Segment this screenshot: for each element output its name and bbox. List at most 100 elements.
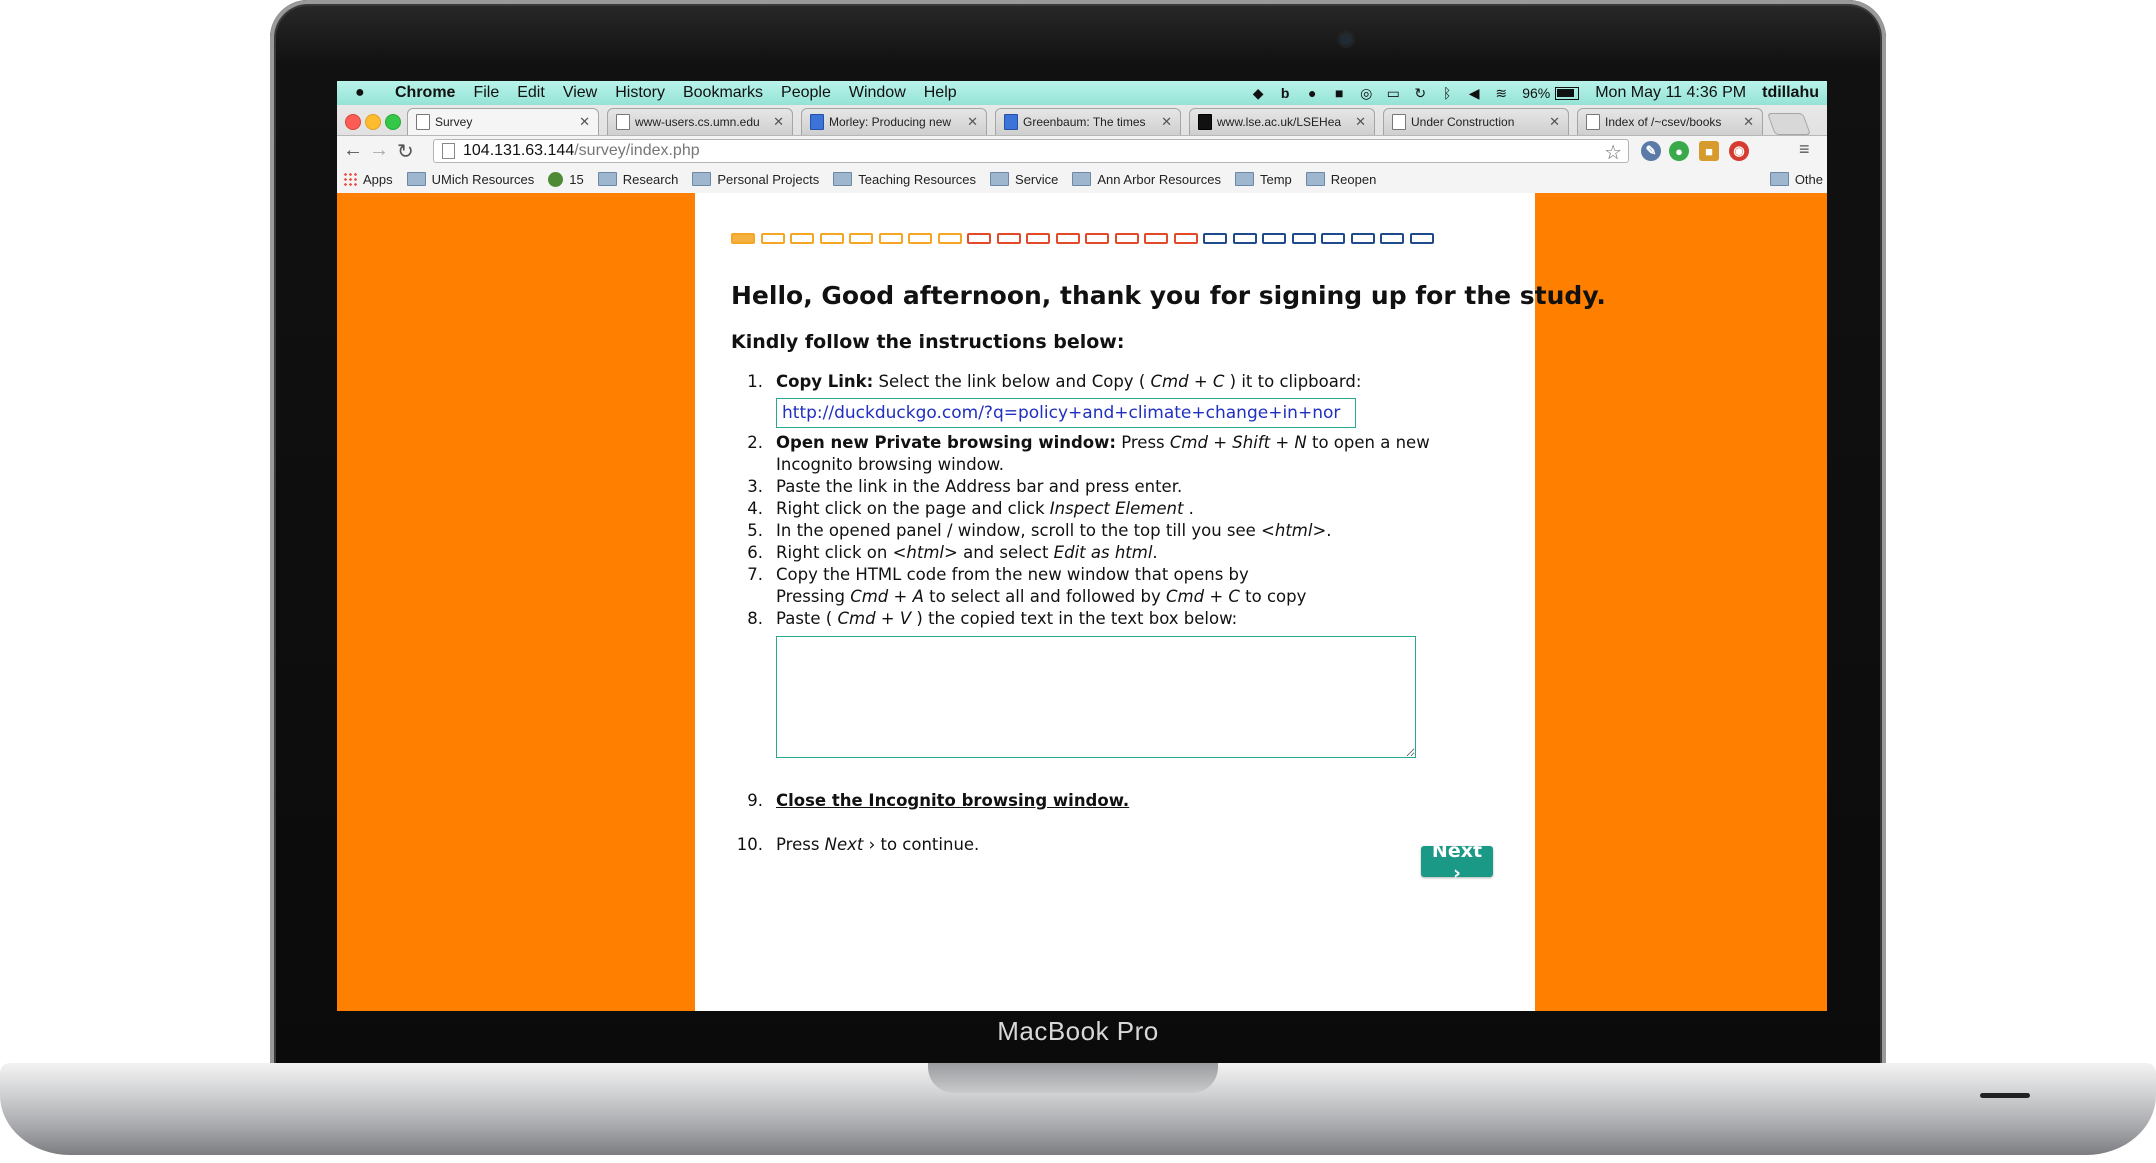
time-machine-icon[interactable]: ↻: [1411, 85, 1429, 101]
progress-segment: [760, 233, 785, 244]
address-bar[interactable]: 104.131.63.144 /survey/index.php ☆: [433, 139, 1629, 165]
wifi-icon[interactable]: ≋: [1492, 85, 1510, 101]
close-tab-icon[interactable]: ✕: [579, 114, 590, 130]
close-tab-icon[interactable]: ✕: [1355, 114, 1366, 130]
tab-strip: Survey ✕ www-users.cs.umn.edu ✕ Morley: …: [407, 108, 1812, 136]
bookmark-apps[interactable]: Apps: [343, 172, 393, 187]
folder-icon: [406, 172, 426, 186]
minimize-window-button[interactable]: [365, 114, 381, 130]
close-tab-icon[interactable]: ✕: [1161, 114, 1172, 130]
extension-lock-icon[interactable]: ■: [1699, 141, 1719, 161]
bookmark-temp[interactable]: Temp: [1234, 172, 1292, 187]
tab-lse[interactable]: www.lse.ac.uk/LSEHea ✕: [1189, 108, 1375, 135]
menu-people[interactable]: People: [781, 84, 831, 102]
menu-app-name[interactable]: Chrome: [395, 84, 455, 102]
keyboard-icon[interactable]: ▭: [1384, 85, 1402, 101]
new-tab-button[interactable]: [1766, 113, 1812, 135]
bookmark-reopen[interactable]: Reopen: [1305, 172, 1376, 187]
folder-icon: [597, 172, 617, 186]
dropbox-icon[interactable]: ◆: [1249, 85, 1267, 101]
progress-segment: [1232, 233, 1257, 244]
html-paste-textarea[interactable]: [776, 636, 1416, 758]
bluetooth-icon[interactable]: ᛒ: [1438, 85, 1456, 101]
tab-csev-books[interactable]: Index of /~csev/books ✕: [1577, 108, 1763, 135]
close-window-button[interactable]: [345, 114, 361, 130]
instruction-list: 1. Copy Link: Select the link below and …: [731, 371, 1491, 856]
back-icon[interactable]: ←: [343, 139, 363, 162]
alien-icon[interactable]: ●: [1303, 85, 1321, 101]
zoom-window-button[interactable]: [385, 114, 401, 130]
bookmark-teaching-resources[interactable]: Teaching Resources: [833, 172, 976, 187]
step-6: 6. Right click on <html> and select Edit…: [747, 543, 1158, 562]
tab-title: Survey: [435, 115, 473, 129]
bookmark-service[interactable]: Service: [990, 172, 1058, 187]
bookmark-personal-projects[interactable]: Personal Projects: [692, 172, 819, 187]
forward-icon[interactable]: →: [369, 139, 389, 162]
folder-icon: [1305, 172, 1325, 186]
volume-icon[interactable]: ◀: [1465, 85, 1483, 101]
blue-site-icon: [1004, 114, 1018, 130]
user-name[interactable]: tdillahu: [1762, 84, 1819, 102]
tab-morley[interactable]: Morley: Producing new ✕: [801, 108, 987, 135]
tab-title: Index of /~csev/books: [1605, 115, 1722, 129]
status-area: ◆ b ● ■ ◎ ▭ ↻ ᛒ ◀ ≋ 96% Mon May 11 4:36 …: [1240, 81, 1819, 105]
bookmark-15[interactable]: 15: [548, 171, 584, 187]
blue-site-icon: [810, 114, 824, 130]
extension-key-icon[interactable]: ✎: [1641, 141, 1661, 161]
folder-icon: [833, 172, 853, 186]
progress-segment: [1291, 233, 1316, 244]
address-path: /survey/index.php: [574, 142, 700, 159]
close-tab-icon[interactable]: ✕: [967, 114, 978, 130]
bookmark-other[interactable]: Othe: [1769, 171, 1823, 187]
progress-segment: [1114, 233, 1139, 244]
reload-icon[interactable]: ↻: [397, 139, 414, 164]
menu-bookmarks[interactable]: Bookmarks: [683, 84, 763, 102]
clock[interactable]: Mon May 11 4:36 PM: [1595, 84, 1746, 102]
step-10: 10. Press Next › to continue.: [736, 835, 980, 854]
tab-survey[interactable]: Survey ✕: [407, 108, 599, 135]
tab-under-construction[interactable]: Under Construction ✕: [1383, 108, 1569, 135]
menu-view[interactable]: View: [563, 84, 597, 102]
evernote-icon[interactable]: ■: [1330, 85, 1348, 101]
menu-help[interactable]: Help: [924, 84, 957, 102]
close-tab-icon[interactable]: ✕: [773, 114, 784, 130]
bookmark-label: 15: [569, 171, 584, 187]
folder-icon: [1769, 172, 1789, 186]
bookmark-star-icon[interactable]: ☆: [1604, 140, 1622, 165]
sleep-indicator: [1980, 1093, 2030, 1098]
menu-file[interactable]: File: [473, 84, 499, 102]
folder-icon: [1072, 172, 1092, 186]
progress-segment: [1144, 233, 1168, 244]
progress-segment: [819, 233, 844, 244]
bookmark-ann-arbor-resources[interactable]: Ann Arbor Resources: [1072, 172, 1221, 187]
tab-greenbaum[interactable]: Greenbaum: The times ✕: [995, 108, 1181, 135]
bookmark-label: Othe: [1794, 171, 1823, 187]
tab-umn[interactable]: www-users.cs.umn.edu ✕: [607, 108, 793, 135]
extension-green-icon[interactable]: ●: [1669, 141, 1689, 161]
close-tab-icon[interactable]: ✕: [1549, 114, 1560, 130]
menu-window[interactable]: Window: [849, 84, 906, 102]
menu-edit[interactable]: Edit: [517, 84, 545, 102]
apple-icon[interactable]: ●: [355, 84, 379, 102]
close-tab-icon[interactable]: ✕: [1743, 114, 1754, 130]
link-input[interactable]: [776, 398, 1356, 428]
cloud-icon[interactable]: ◎: [1357, 85, 1375, 101]
screen: ● Chrome File Edit View History Bookmark…: [337, 81, 1827, 1011]
page-icon: [416, 114, 430, 130]
close-incognito-link[interactable]: Close the Incognito browsing window.: [776, 791, 1129, 810]
b-app-icon[interactable]: b: [1276, 85, 1294, 101]
menu-icon[interactable]: ≡: [1799, 139, 1810, 160]
bookmark-label: UMich Resources: [431, 171, 535, 187]
battery-icon[interactable]: [1555, 86, 1580, 100]
progress-segment: [1350, 233, 1375, 244]
menu-history[interactable]: History: [615, 84, 665, 102]
bookmark-umich-resources[interactable]: UMich Resources: [406, 171, 535, 187]
next-button[interactable]: Next ›: [1421, 840, 1493, 884]
page-body: Hello, Good afternoon, thank you for sig…: [337, 193, 1827, 1011]
bookmark-research[interactable]: Research: [597, 172, 678, 187]
progress-segment: [1026, 233, 1050, 244]
extension-red-icon[interactable]: ◉: [1729, 141, 1749, 161]
progress-segment: [849, 233, 873, 244]
folder-icon: [990, 172, 1010, 186]
progress-segment: [908, 233, 932, 244]
